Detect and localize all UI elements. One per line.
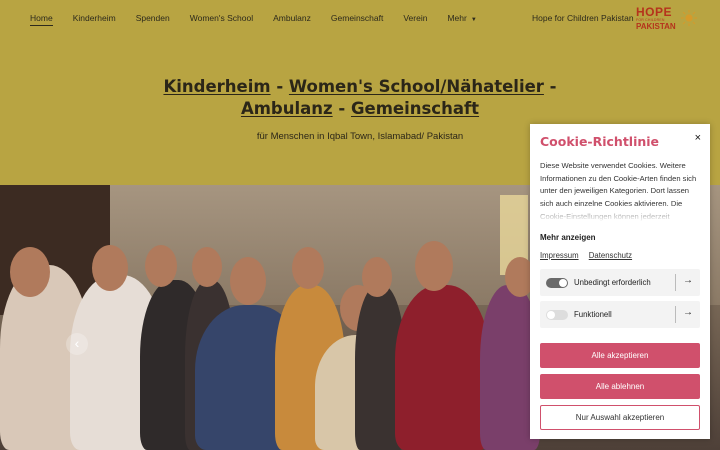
nav-item-mehr[interactable]: Mehr ▼ [447,13,476,23]
accept-selection-button[interactable]: Nur Auswahl akzeptieren [540,405,700,430]
hero-link-ambulanz[interactable]: Ambulanz [241,99,333,118]
hero-link-gemeinschaft[interactable]: Gemeinschaft [351,99,479,118]
photo-face [292,247,324,289]
category-label: Unbedingt erforderlich [574,278,651,287]
sun-icon [680,9,698,27]
divider [675,274,676,291]
nav-item-spenden[interactable]: Spenden [136,13,170,23]
photo-face [415,241,453,291]
reject-all-button[interactable]: Alle ablehnen [540,374,700,399]
hero-link-womens-school[interactable]: Women's School/Nähatelier [289,77,544,96]
cookie-title: Cookie-Richtlinie [540,134,660,149]
photo-face [230,257,266,305]
datenschutz-link[interactable]: Datenschutz [589,251,632,260]
caret-down-icon: ▼ [470,17,477,23]
photo-face [92,245,128,291]
logo-line-pakistan: PAKISTAN [636,22,676,31]
category-label: Funktionell [574,310,612,319]
cookie-category-functional: Funktionell → [540,301,700,328]
toggle-knob [547,311,555,319]
functional-toggle[interactable] [546,310,568,320]
title-separator: - [270,77,289,96]
cookie-dialog: Cookie-Richtlinie × Diese Website verwen… [530,124,710,439]
cookie-description: Diese Website verwendet Cookies. Weitere… [540,160,702,222]
nav-item-verein[interactable]: Verein [403,13,427,23]
nav-item-mehr-label: Mehr [447,13,467,23]
necessary-toggle[interactable] [546,278,568,288]
arrow-right-icon[interactable]: → [683,275,693,286]
cookie-category-necessary: Unbedingt erforderlich → [540,269,700,296]
cookie-links: Impressum Datenschutz [540,251,640,260]
divider [675,306,676,323]
site-logo[interactable]: HOPE FOR CHILDREN PAKISTAN [636,6,700,32]
impressum-link[interactable]: Impressum [540,251,579,260]
chevron-left-icon: ‹ [74,335,80,351]
arrow-right-icon[interactable]: → [683,307,693,318]
photo-face [145,245,177,287]
photo-face [10,247,50,297]
hero-title: Kinderheim - Women's School/Nähatelier -… [0,76,720,120]
title-separator: - [332,99,351,118]
photo-person [395,285,490,450]
nav-item-kinderheim[interactable]: Kinderheim [73,13,116,23]
accept-all-button[interactable]: Alle akzeptieren [540,343,700,368]
nav-item-home[interactable]: Home [30,13,53,26]
nav-item-gemeinschaft[interactable]: Gemeinschaft [331,13,383,23]
show-more-link[interactable]: Mehr anzeigen [540,233,596,242]
nav-item-womens-school[interactable]: Women's School [190,13,253,23]
photo-face [192,247,222,287]
toggle-knob [559,279,567,287]
close-icon[interactable]: × [695,132,701,144]
title-separator: - [543,77,557,96]
nav-item-ambulanz[interactable]: Ambulanz [273,13,311,23]
logo-line-hope: HOPE [636,5,673,19]
photo-face [362,257,392,297]
hero-link-kinderheim[interactable]: Kinderheim [163,77,270,96]
brand-text[interactable]: Hope for Children Pakistan [532,13,634,23]
slider-prev-arrow[interactable]: ‹ [66,333,88,355]
